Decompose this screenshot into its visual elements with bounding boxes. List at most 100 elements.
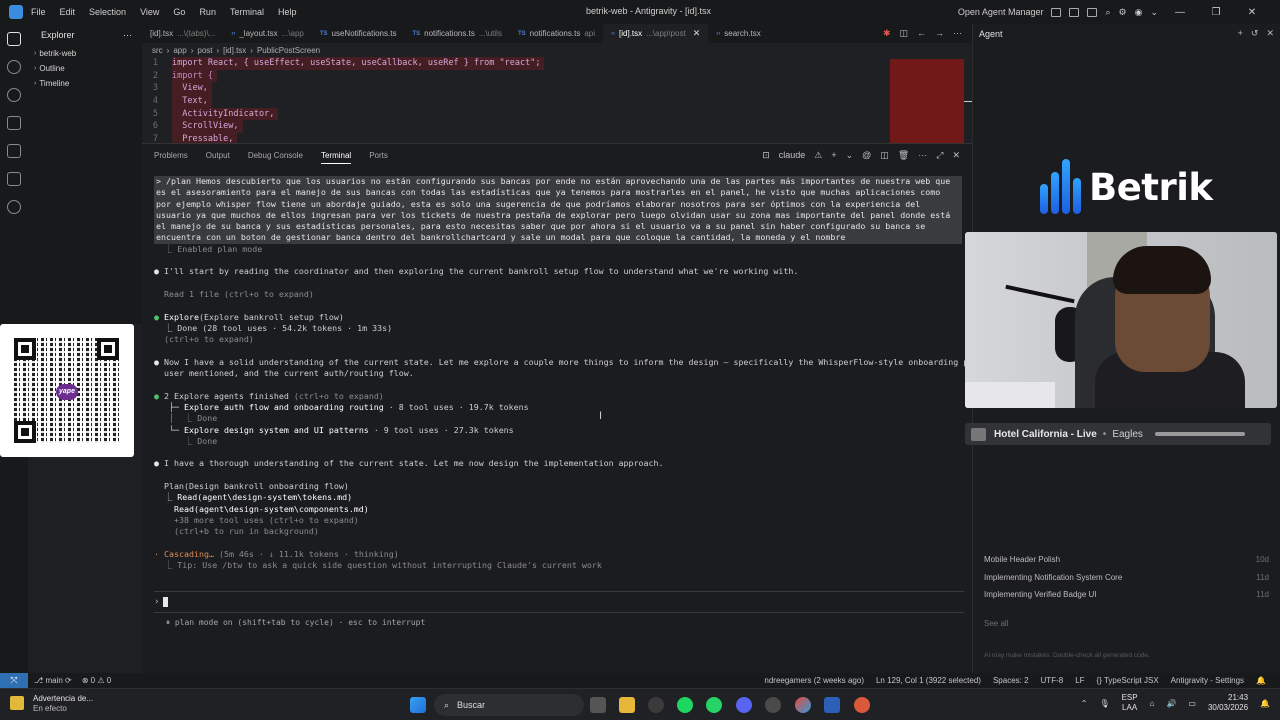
- end-of-line[interactable]: LF: [1075, 676, 1084, 685]
- search-icon[interactable]: ⌕: [1105, 7, 1110, 18]
- chevron-down-icon[interactable]: ⌄: [846, 150, 854, 161]
- antigravity-icon[interactable]: [824, 697, 840, 713]
- layout-secondary-icon[interactable]: [1087, 7, 1098, 17]
- close-agent-icon[interactable]: ✕: [1266, 28, 1274, 39]
- input-language[interactable]: ESP LAA: [1122, 693, 1138, 713]
- source-control-icon[interactable]: [7, 88, 21, 102]
- split-terminal-icon[interactable]: ◫: [880, 150, 889, 161]
- git-branch[interactable]: ⎇ main ⟳: [34, 676, 72, 685]
- menu-help[interactable]: Help: [278, 7, 297, 17]
- close-tab-icon[interactable]: ✕: [693, 28, 701, 39]
- tab-layout[interactable]: ‹› _layout.tsx ...\app: [223, 24, 312, 43]
- history-icon[interactable]: ↺: [1251, 28, 1259, 39]
- whatsapp-icon[interactable]: [706, 697, 722, 713]
- spotify-icon[interactable]: [677, 697, 693, 713]
- windows-start-icon[interactable]: [410, 697, 426, 713]
- menu-view[interactable]: View: [140, 7, 159, 17]
- minimap[interactable]: [890, 59, 964, 143]
- tab-notifications-api[interactable]: TS notifications.ts api: [510, 24, 603, 43]
- conversation-item[interactable]: Mobile Header Polish 10d: [984, 555, 1269, 573]
- trash-icon[interactable]: 🗑: [898, 150, 909, 161]
- tab-use-notifications[interactable]: TS useNotifications.ts: [312, 24, 405, 43]
- panel-tab-output[interactable]: Output: [206, 151, 230, 160]
- obs-icon[interactable]: [648, 697, 664, 713]
- file-explorer-icon[interactable]: [619, 697, 635, 713]
- notification-center-icon[interactable]: 🔔: [1260, 699, 1270, 708]
- layout-panel-icon[interactable]: [1069, 7, 1080, 17]
- volume-icon[interactable]: 🔊: [1166, 699, 1176, 708]
- sidebar-item-timeline[interactable]: › Timeline: [28, 76, 142, 91]
- menu-edit[interactable]: Edit: [60, 7, 76, 17]
- tab-id-post[interactable]: ‹› [id].tsx ...\app\post ✕: [603, 24, 709, 43]
- settings-link[interactable]: Antigravity - Settings: [1171, 676, 1244, 685]
- explorer-icon[interactable]: [7, 32, 21, 46]
- extensions-icon[interactable]: [7, 172, 21, 186]
- remote-explorer-icon[interactable]: [7, 144, 21, 158]
- panel-tab-terminal[interactable]: Terminal: [320, 151, 352, 164]
- layout-sidebar-icon[interactable]: [1051, 7, 1062, 17]
- panel-tab-debug-console[interactable]: Debug Console: [248, 151, 303, 160]
- menu-go[interactable]: Go: [173, 7, 185, 17]
- cursor-position[interactable]: Ln 129, Col 1 (3922 selected): [876, 676, 981, 685]
- maximize-button[interactable]: ❐: [1202, 7, 1230, 18]
- discord-icon[interactable]: [736, 697, 752, 713]
- breadcrumb-item[interactable]: PublicPostScreen: [257, 46, 320, 55]
- clock[interactable]: 21:43 30/03/2026: [1208, 693, 1248, 713]
- app-icon[interactable]: [765, 697, 781, 713]
- more-actions-icon[interactable]: ···: [123, 30, 132, 40]
- battery-icon[interactable]: ▭: [1188, 699, 1196, 708]
- taskbar-notification[interactable]: Advertencia de... En efecto: [10, 694, 93, 714]
- run-debug-icon[interactable]: [7, 116, 21, 130]
- conversation-item[interactable]: Implementing Notification System Core 11d: [984, 573, 1269, 591]
- close-window-button[interactable]: ✕: [1238, 7, 1266, 18]
- breadcrumb-item[interactable]: post: [197, 46, 212, 55]
- claude-icon[interactable]: [854, 697, 870, 713]
- breadcrumb-item[interactable]: [id].tsx: [223, 46, 246, 55]
- split-editor-icon[interactable]: ◫: [899, 28, 908, 39]
- menu-run[interactable]: Run: [199, 7, 216, 17]
- settings-gear-icon[interactable]: ⚙: [1119, 7, 1127, 18]
- code-editor[interactable]: 1 import React, { useEffect, useState, us…: [142, 57, 972, 143]
- bell-icon[interactable]: 🔔: [1256, 676, 1266, 685]
- terminal-name[interactable]: claude: [779, 150, 806, 160]
- tab-notifications-utils[interactable]: TS notifications.ts ...\utils: [404, 24, 510, 43]
- indentation[interactable]: Spaces: 2: [993, 676, 1029, 685]
- problems-count[interactable]: ⊗ 0 ⚠ 0: [82, 676, 111, 685]
- agent-spark-icon[interactable]: [7, 200, 21, 214]
- new-chat-icon[interactable]: +: [1238, 28, 1243, 39]
- close-panel-icon[interactable]: ✕: [952, 150, 960, 161]
- remote-indicator-icon[interactable]: ⤧: [0, 673, 28, 688]
- terminal-input[interactable]: ›: [154, 591, 964, 613]
- chrome-icon[interactable]: [795, 697, 811, 713]
- network-icon[interactable]: ⌂: [1150, 699, 1155, 708]
- terminal-output[interactable]: > /plan Hemos descubierto que los usuari…: [154, 176, 1018, 571]
- sidebar-item-outline[interactable]: › Outline: [28, 61, 142, 76]
- tab-search[interactable]: ‹› search.tsx: [708, 24, 768, 43]
- sidebar-item-project[interactable]: › betrik-web: [28, 46, 142, 61]
- maximize-panel-icon[interactable]: ⤢: [936, 150, 943, 161]
- search-view-icon[interactable]: [7, 60, 21, 74]
- chevron-down-icon[interactable]: ⌄: [1150, 7, 1158, 18]
- breadcrumb-item[interactable]: app: [173, 46, 186, 55]
- panel-tab-problems[interactable]: Problems: [154, 151, 188, 160]
- git-blame[interactable]: ndreegamers (2 weeks ago): [764, 676, 864, 685]
- more-actions-icon[interactable]: ···: [918, 150, 927, 160]
- task-view-icon[interactable]: [590, 697, 606, 713]
- go-forward-icon[interactable]: →: [935, 28, 944, 39]
- tab-id-tabs[interactable]: [id].tsx ...\(tabs)\...: [142, 24, 223, 43]
- minimize-button[interactable]: —: [1166, 7, 1194, 18]
- open-agent-manager-button[interactable]: Open Agent Manager: [958, 7, 1044, 17]
- breadcrumb-item[interactable]: src: [152, 46, 163, 55]
- go-back-icon[interactable]: ←: [917, 28, 926, 39]
- panel-tab-ports[interactable]: Ports: [369, 151, 388, 160]
- mention-icon[interactable]: @: [862, 150, 871, 160]
- new-terminal-icon[interactable]: +: [831, 150, 836, 160]
- microphone-icon[interactable]: 🎙: [1099, 699, 1109, 708]
- encoding[interactable]: UTF-8: [1041, 676, 1064, 685]
- menu-file[interactable]: File: [31, 7, 46, 17]
- chevron-up-icon[interactable]: ⌃: [1081, 699, 1088, 708]
- conversation-item[interactable]: Implementing Verified Badge UI 11d: [984, 590, 1269, 608]
- taskbar-search[interactable]: ⌕ Buscar: [434, 694, 584, 716]
- account-icon[interactable]: ◉: [1135, 7, 1143, 18]
- more-actions-icon[interactable]: ···: [953, 28, 962, 39]
